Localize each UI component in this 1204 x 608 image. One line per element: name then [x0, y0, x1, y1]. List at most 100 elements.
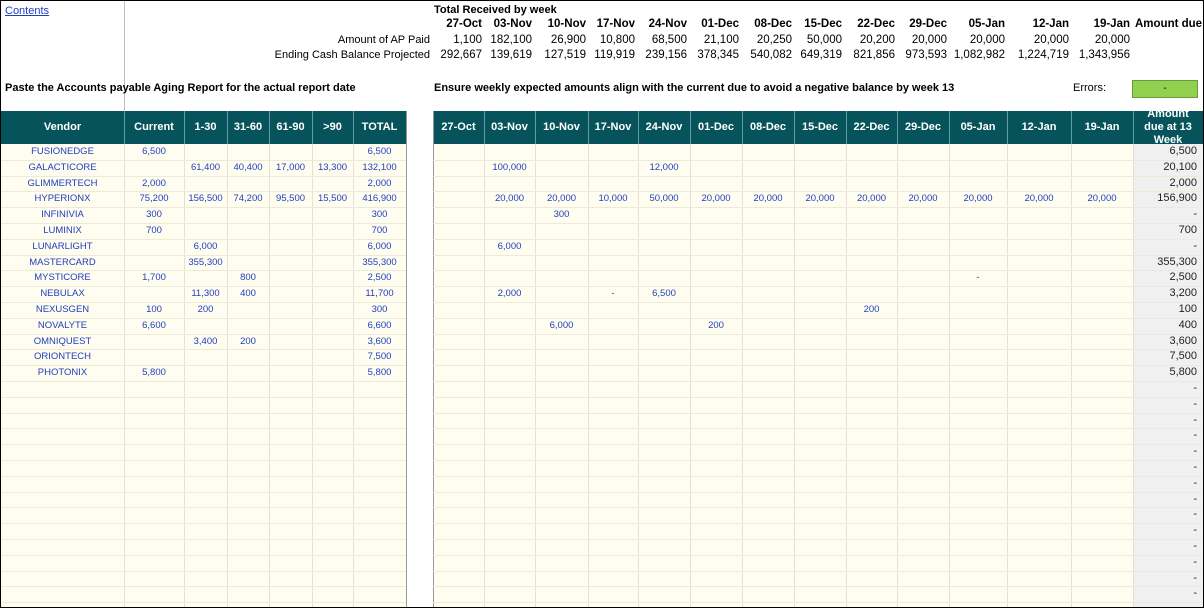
aging-cell[interactable]: 61,400	[184, 162, 227, 173]
vendor-name[interactable]: HYPERIONX	[1, 193, 124, 204]
vendor-name[interactable]: NOVALYTE	[1, 320, 124, 331]
vendor-name[interactable]: ORIONTECH	[1, 351, 124, 362]
aging-cell[interactable]: 3,600	[353, 336, 406, 347]
row-separator	[433, 270, 1203, 271]
vendor-name[interactable]: MASTERCARD	[1, 257, 124, 268]
amount-due-cell: -	[1193, 572, 1197, 584]
aging-cell[interactable]: 11,700	[353, 288, 406, 299]
column-separator	[1071, 144, 1072, 607]
weekly-cell[interactable]: 20,000	[897, 193, 949, 204]
weekly-cell[interactable]: 6,000	[484, 241, 535, 252]
weekly-cell[interactable]: 20,000	[1007, 193, 1071, 204]
weekly-cell[interactable]: 20,000	[484, 193, 535, 204]
vendor-name[interactable]: MYSTICORE	[1, 272, 124, 283]
aging-cell[interactable]: 200	[184, 304, 227, 315]
aging-cell[interactable]: 11,300	[184, 288, 227, 299]
aging-header-6: TOTAL	[361, 121, 398, 133]
aging-cell[interactable]: 700	[353, 225, 406, 236]
top-week-label: 15-Dec	[804, 18, 842, 30]
aging-cell[interactable]: 5,800	[353, 367, 406, 378]
weekly-cell[interactable]: 100,000	[484, 162, 535, 173]
aging-cell[interactable]: 6,500	[353, 146, 406, 157]
aging-cell[interactable]: 6,600	[124, 320, 184, 331]
aging-cell[interactable]: 13,300	[312, 162, 353, 173]
aging-cell[interactable]: 300	[124, 209, 184, 220]
instruction-left: Paste the Accounts payable Aging Report …	[5, 82, 356, 94]
weekly-cell[interactable]: -	[949, 272, 1007, 283]
aging-cell[interactable]: 132,100	[353, 162, 406, 173]
vendor-name[interactable]: NEBULAX	[1, 288, 124, 299]
vendor-name[interactable]: NEXUSGEN	[1, 304, 124, 315]
aging-cell[interactable]: 6,600	[353, 320, 406, 331]
vendor-name[interactable]: OMNIQUEST	[1, 336, 124, 347]
vendor-name[interactable]: GALACTICORE	[1, 162, 124, 173]
row-separator	[1, 160, 406, 161]
aging-cell[interactable]: 700	[124, 225, 184, 236]
weekly-cell[interactable]: 20,000	[949, 193, 1007, 204]
aging-cell[interactable]: 400	[227, 288, 269, 299]
row-separator	[433, 318, 1203, 319]
aging-cell[interactable]: 800	[227, 272, 269, 283]
weekly-cell[interactable]: -	[588, 288, 638, 299]
aging-cell[interactable]: 300	[353, 209, 406, 220]
weekly-header-0: 27-Oct	[441, 121, 476, 133]
weekly-cell[interactable]: 20,000	[742, 193, 794, 204]
vendor-name[interactable]: FUSIONEDGE	[1, 146, 124, 157]
aging-cell[interactable]: 2,000	[353, 178, 406, 189]
row-separator	[433, 397, 1203, 398]
header-separator	[1133, 111, 1134, 144]
weekly-cell[interactable]: 6,000	[535, 320, 588, 331]
aging-cell[interactable]: 75,200	[124, 193, 184, 204]
aging-cell[interactable]: 200	[227, 336, 269, 347]
weekly-cell[interactable]: 10,000	[588, 193, 638, 204]
weekly-cell[interactable]: 200	[846, 304, 897, 315]
weekly-cell[interactable]: 20,000	[1071, 193, 1133, 204]
errors-value-cell[interactable]: -	[1132, 80, 1198, 98]
aging-cell[interactable]: 2,500	[353, 272, 406, 283]
column-separator	[1007, 144, 1008, 607]
ap-paid-value: 26,900	[550, 34, 586, 46]
aging-cell[interactable]: 3,400	[184, 336, 227, 347]
aging-cell[interactable]: 355,300	[353, 257, 406, 268]
row-separator	[1, 191, 406, 192]
weekly-cell[interactable]: 200	[690, 320, 742, 331]
contents-link[interactable]: Contents	[5, 5, 49, 17]
weekly-cell[interactable]: 12,000	[638, 162, 690, 173]
aging-cell[interactable]: 100	[124, 304, 184, 315]
weekly-cell[interactable]: 2,000	[484, 288, 535, 299]
weekly-cell[interactable]: 20,000	[535, 193, 588, 204]
weekly-cell[interactable]: 20,000	[690, 193, 742, 204]
weekly-cell[interactable]: 20,000	[846, 193, 897, 204]
vendor-name[interactable]: LUNARLIGHT	[1, 241, 124, 252]
aging-cell[interactable]: 416,900	[353, 193, 406, 204]
vendor-name[interactable]: GLIMMERTECH	[1, 178, 124, 189]
aging-cell[interactable]: 300	[353, 304, 406, 315]
aging-cell[interactable]: 95,500	[269, 193, 312, 204]
aging-cell[interactable]: 7,500	[353, 351, 406, 362]
aging-cell[interactable]: 5,800	[124, 367, 184, 378]
header-separator	[184, 111, 185, 144]
weekly-cell[interactable]: 50,000	[638, 193, 690, 204]
row-separator	[1, 492, 406, 493]
weekly-cell[interactable]: 300	[535, 209, 588, 220]
aging-cell[interactable]: 15,500	[312, 193, 353, 204]
aging-cell[interactable]: 74,200	[227, 193, 269, 204]
vendor-name[interactable]: LUMINIX	[1, 225, 124, 236]
row-separator	[433, 586, 1203, 587]
vendor-name[interactable]: PHOTONIX	[1, 367, 124, 378]
aging-cell[interactable]: 6,500	[124, 146, 184, 157]
aging-cell[interactable]: 355,300	[184, 257, 227, 268]
amount-due-cell: -	[1193, 587, 1197, 599]
aging-cell[interactable]: 6,000	[353, 241, 406, 252]
row-separator	[433, 239, 1203, 240]
aging-cell[interactable]: 6,000	[184, 241, 227, 252]
aging-cell[interactable]: 1,700	[124, 272, 184, 283]
weekly-cell[interactable]: 6,500	[638, 288, 690, 299]
row-separator	[1, 239, 406, 240]
aging-cell[interactable]: 17,000	[269, 162, 312, 173]
weekly-cell[interactable]: 20,000	[794, 193, 846, 204]
aging-cell[interactable]: 2,000	[124, 178, 184, 189]
vendor-name[interactable]: INFINIVIA	[1, 209, 124, 220]
aging-cell[interactable]: 156,500	[184, 193, 227, 204]
aging-cell[interactable]: 40,400	[227, 162, 269, 173]
